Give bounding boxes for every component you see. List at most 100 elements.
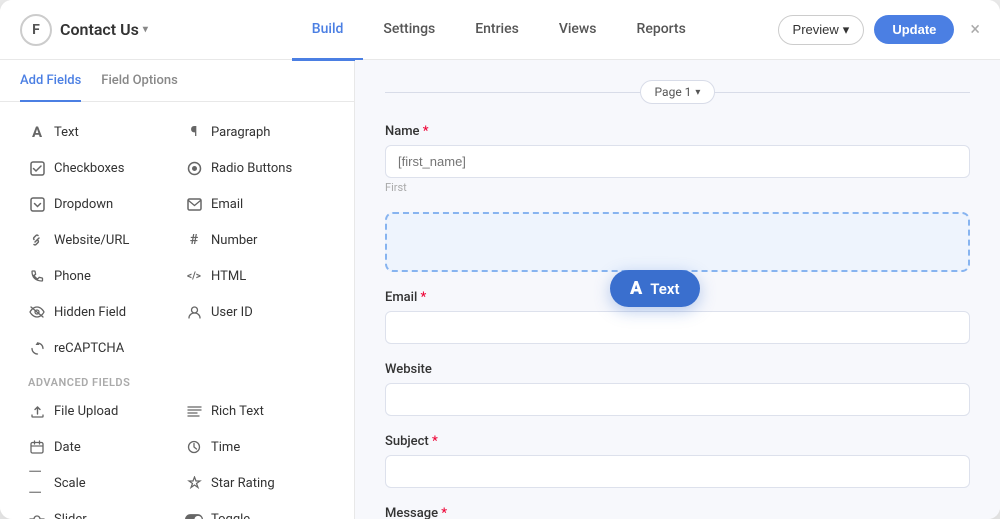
form-field-message: Message *	[385, 506, 970, 519]
starrating-icon	[185, 474, 203, 492]
field-item-slider[interactable]: Slider	[20, 501, 177, 519]
close-button[interactable]: ×	[970, 19, 980, 40]
time-icon	[185, 438, 203, 456]
fluent-logo-icon: F	[20, 14, 52, 46]
tab-add-fields[interactable]: Add Fields	[20, 61, 81, 102]
field-input-email[interactable]	[385, 311, 970, 344]
sidebar-tabs: Add Fields Field Options	[0, 60, 354, 102]
field-item-text[interactable]: A Text	[20, 114, 177, 150]
field-label-fileupload: File Upload	[54, 404, 118, 419]
field-input-website[interactable]	[385, 383, 970, 416]
field-item-phone[interactable]: Phone	[20, 258, 177, 294]
field-item-scale[interactable]: — — Scale	[20, 465, 177, 501]
form-field-subject: Subject *	[385, 434, 970, 488]
field-label-message: Message *	[385, 506, 970, 519]
field-item-checkboxes[interactable]: Checkboxes	[20, 150, 177, 186]
field-label-number: Number	[211, 233, 257, 248]
field-label-richtext: Rich Text	[211, 404, 264, 419]
dropdown-icon	[28, 195, 46, 213]
field-label-paragraph: Paragraph	[211, 125, 270, 140]
header-actions: Preview ▾ Update ×	[778, 15, 980, 45]
field-input-firstname[interactable]	[385, 145, 970, 178]
email-icon	[185, 195, 203, 213]
form-field-name: Name * First	[385, 124, 970, 194]
field-input-subject[interactable]	[385, 455, 970, 488]
radio-icon	[185, 159, 203, 177]
url-icon	[28, 231, 46, 249]
field-label-userid: User ID	[211, 305, 253, 320]
field-item-paragraph[interactable]: ¶ Paragraph	[177, 114, 334, 150]
title-chevron-icon: ▾	[143, 24, 148, 35]
paragraph-icon: ¶	[185, 123, 203, 141]
field-item-url[interactable]: Website/URL	[20, 222, 177, 258]
field-label-name: Name *	[385, 124, 970, 139]
field-label-hidden: Hidden Field	[54, 305, 126, 320]
date-icon	[28, 438, 46, 456]
field-item-richtext[interactable]: Rich Text	[177, 393, 334, 429]
form-field-email: Email *	[385, 290, 970, 344]
tab-field-options[interactable]: Field Options	[101, 61, 178, 102]
field-item-time[interactable]: Time	[177, 429, 334, 465]
field-label-starrating: Star Rating	[211, 476, 275, 491]
phone-icon	[28, 267, 46, 285]
nav-views[interactable]: Views	[539, 1, 617, 61]
checkbox-icon	[28, 159, 46, 177]
form-field-website: Website	[385, 362, 970, 416]
main-nav: Build Settings Entries Views Reports	[220, 0, 778, 60]
field-sublabel-name: First	[385, 181, 970, 194]
field-item-userid[interactable]: User ID	[177, 294, 334, 330]
field-label-checkboxes: Checkboxes	[54, 161, 124, 176]
page-indicator: Page 1 ▾	[385, 80, 970, 104]
toggle-icon	[185, 510, 203, 519]
html-icon: </>	[185, 267, 203, 285]
advanced-fields-label: Advanced Fields	[20, 366, 334, 393]
scale-icon: — —	[28, 474, 46, 492]
header: F Contact Us ▾ Build Settings Entries Vi…	[0, 0, 1000, 60]
form-canvas: Page 1 ▾ Name * First Email *	[355, 60, 1000, 519]
fileupload-icon	[28, 402, 46, 420]
update-button[interactable]: Update	[874, 15, 954, 44]
field-label-slider: Slider	[54, 512, 87, 519]
field-item-hidden[interactable]: Hidden Field	[20, 294, 177, 330]
body: Add Fields Field Options A Text ¶ Paragr…	[0, 60, 1000, 519]
nav-entries[interactable]: Entries	[455, 1, 539, 61]
field-item-starrating[interactable]: Star Rating	[177, 465, 334, 501]
field-label-recaptcha: reCAPTCHA	[54, 341, 124, 356]
header-left: F Contact Us ▾	[20, 14, 220, 46]
field-label-subject: Subject *	[385, 434, 970, 449]
field-item-fileupload[interactable]: File Upload	[20, 393, 177, 429]
field-label-toggle: Toggle	[211, 512, 250, 519]
field-label-phone: Phone	[54, 269, 91, 284]
nav-settings[interactable]: Settings	[363, 1, 455, 61]
app-title[interactable]: Contact Us ▾	[60, 20, 148, 39]
nav-build[interactable]: Build	[292, 1, 364, 61]
app-window: F Contact Us ▾ Build Settings Entries Vi…	[0, 0, 1000, 519]
field-label-email: Email	[211, 197, 243, 212]
field-label-dropdown: Dropdown	[54, 197, 113, 212]
recaptcha-icon	[28, 339, 46, 357]
sidebar: Add Fields Field Options A Text ¶ Paragr…	[0, 60, 355, 519]
field-item-radio[interactable]: Radio Buttons	[177, 150, 334, 186]
field-item-number[interactable]: # Number	[177, 222, 334, 258]
hidden-icon	[28, 303, 46, 321]
text-icon: A	[28, 123, 46, 141]
field-item-recaptcha[interactable]: reCAPTCHA	[20, 330, 177, 366]
field-item-html[interactable]: </> HTML	[177, 258, 334, 294]
page-badge-chevron-icon: ▾	[695, 87, 700, 98]
richtext-icon	[185, 402, 203, 420]
field-label-text: Text	[54, 125, 79, 140]
field-label-website: Website	[385, 362, 970, 377]
field-item-date[interactable]: Date	[20, 429, 177, 465]
nav-reports[interactable]: Reports	[617, 1, 706, 61]
field-label-html: HTML	[211, 269, 246, 284]
field-item-email[interactable]: Email	[177, 186, 334, 222]
drop-zone[interactable]	[385, 212, 970, 272]
preview-chevron-icon: ▾	[843, 22, 850, 38]
preview-button[interactable]: Preview ▾	[778, 15, 865, 45]
field-item-toggle[interactable]: Toggle	[177, 501, 334, 519]
slider-icon	[28, 510, 46, 519]
field-label-url: Website/URL	[54, 233, 129, 248]
field-item-dropdown[interactable]: Dropdown	[20, 186, 177, 222]
field-label-email: Email *	[385, 290, 970, 305]
page-badge[interactable]: Page 1 ▾	[640, 80, 716, 104]
